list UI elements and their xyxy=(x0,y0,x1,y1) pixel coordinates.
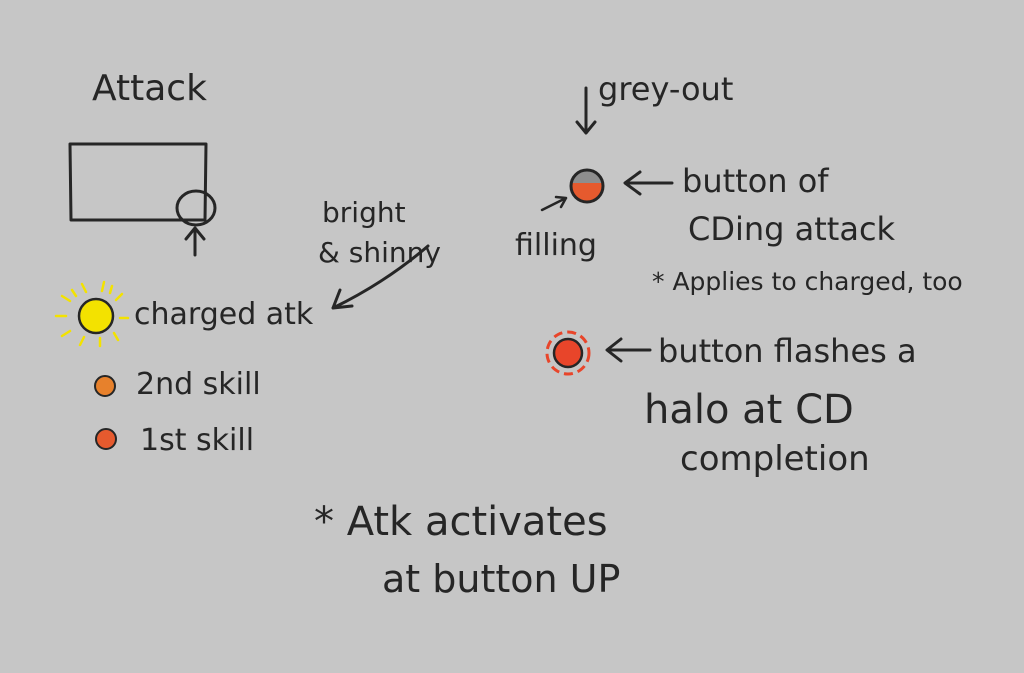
filling-arrow-icon xyxy=(540,195,568,212)
footer-note-line2: at button UP xyxy=(382,557,620,601)
sketch-canvas: Attack bright & shinny charged atk 2nd s… xyxy=(54,68,963,601)
halo-label-line1: button flashes a xyxy=(658,332,917,370)
grey-out-label: grey-out xyxy=(598,70,733,108)
cooldown-button-icon xyxy=(569,168,605,204)
legend-charged-atk: charged atk xyxy=(134,297,314,332)
first-skill-icon xyxy=(95,428,117,450)
down-arrow-icon xyxy=(575,86,597,135)
filling-label: filling xyxy=(515,228,597,263)
cd-note: * Applies to charged, too xyxy=(652,267,963,296)
up-arrow-icon xyxy=(184,226,206,257)
footer-note-line1: * Atk activates xyxy=(314,499,608,545)
halo-button-icon xyxy=(545,330,591,376)
halo-label-line2: halo at CD xyxy=(644,387,854,433)
left-arrow-icon xyxy=(623,170,674,196)
halo-label-line3: completion xyxy=(680,439,870,479)
cd-button-label-line1: button of xyxy=(682,162,829,200)
halo-left-arrow-icon xyxy=(605,337,652,363)
attack-area-box xyxy=(68,142,208,222)
legend-1st-skill: 1st skill xyxy=(140,423,254,458)
second-skill-icon xyxy=(94,375,116,397)
charged-attack-icon xyxy=(54,280,130,348)
cd-button-label-line2: CDing attack xyxy=(688,210,896,248)
bright-label: bright xyxy=(322,196,406,229)
legend-2nd-skill: 2nd skill xyxy=(136,367,261,402)
attack-title: Attack xyxy=(92,68,207,109)
